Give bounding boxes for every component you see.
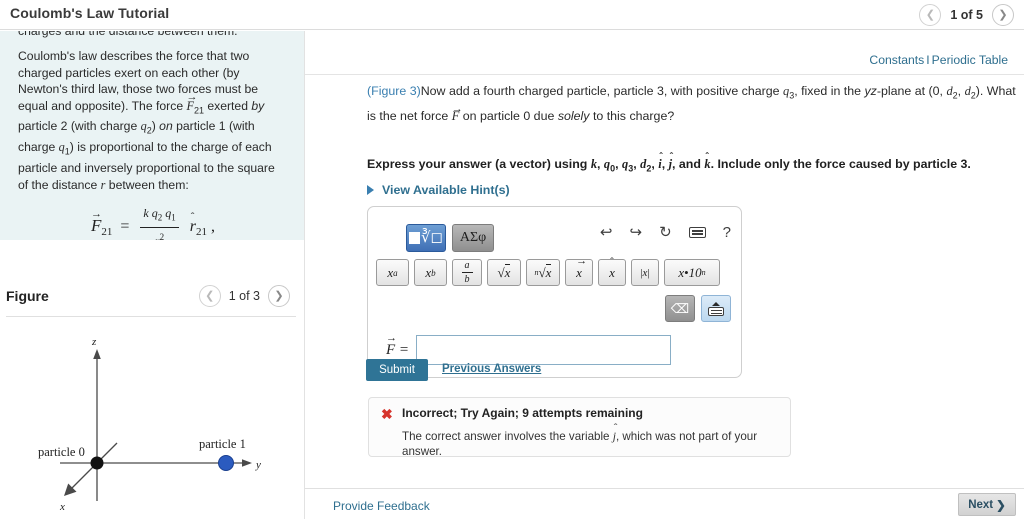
figure-reference-link[interactable]: (Figure 3) — [367, 84, 421, 98]
axis-label-y: y — [255, 459, 261, 471]
footer-bar: Provide Feedback Next ❯ — [305, 488, 1024, 519]
caret-up-icon — [712, 301, 720, 306]
figure-canvas: z y x particle 0 particle 1 — [0, 323, 304, 519]
intro-paragraph: Coulomb's law describes the force that t… — [18, 48, 288, 193]
next-page-button[interactable]: Next ❯ — [958, 493, 1016, 516]
periodic-table-link[interactable]: Periodic Table — [932, 53, 1008, 67]
math-action-row: ⌫ — [665, 295, 731, 322]
axis-label-x: x — [59, 501, 65, 513]
expand-triangle-icon — [367, 185, 374, 195]
intro-clipped-line: charges and the distance between them. — [18, 31, 238, 38]
reset-icon[interactable]: ↻ — [659, 225, 672, 240]
next-figure-button[interactable]: ❯ — [268, 285, 290, 307]
content-divider — [305, 74, 1024, 75]
math-template-icon — [408, 232, 420, 244]
chevron-right-icon: ❯ — [996, 499, 1006, 512]
figure-divider — [6, 316, 296, 317]
app-header: Coulomb's Law Tutorial ❮ 1 of 5 ❯ — [0, 0, 1024, 30]
reference-links: Constants I Periodic Table — [869, 53, 1008, 67]
undo-icon[interactable]: ↩ — [600, 225, 613, 240]
left-panel: charges and the distance between them. C… — [0, 31, 304, 519]
palette-absolute-button[interactable]: |x| — [631, 259, 659, 286]
figure-header: Figure ❮ 1 of 3 ❯ — [0, 283, 304, 315]
view-hints-label: View Available Hint(s) — [382, 183, 510, 197]
right-panel: Constants I Periodic Table (Figure 3)Now a… — [305, 31, 1024, 519]
figure-pager-label: 1 of 3 — [228, 289, 260, 303]
greek-symbols-button[interactable]: ΑΣφ — [452, 224, 494, 252]
palette-fraction-button[interactable]: ab — [452, 259, 482, 286]
answer-instruction: Express your answer (a vector) using k, … — [367, 155, 1017, 177]
keyboard-up-icon[interactable] — [701, 295, 731, 322]
intro-text-panel: charges and the distance between them. C… — [0, 31, 304, 240]
palette-vector-button[interactable]: x — [565, 255, 593, 286]
view-hints-toggle[interactable]: View Available Hint(s) — [367, 183, 510, 197]
particle-1-label: particle 1 — [199, 437, 246, 451]
problem-pager-label: 1 of 5 — [950, 8, 983, 22]
prev-figure-button[interactable]: ❮ — [198, 285, 221, 307]
redo-icon[interactable]: ↪ — [630, 225, 643, 240]
answer-input[interactable] — [416, 335, 671, 365]
palette-sqrt-button[interactable]: √ x — [487, 259, 521, 286]
particle-0-label: particle 0 — [38, 445, 85, 459]
palette-power-button[interactable]: xa — [376, 259, 409, 286]
particle-1-dot — [218, 455, 234, 471]
question-body: Now add a fourth charged particle, parti… — [367, 84, 1016, 123]
axis-label-z: z — [91, 336, 97, 348]
coulomb-equation: F21 = k q2 q1r2 r21 , — [18, 205, 288, 240]
palette-scientific-button[interactable]: x • 10 n — [664, 259, 720, 286]
page-title: Coulomb's Law Tutorial — [10, 5, 170, 21]
keyboard-icon[interactable] — [688, 227, 706, 238]
math-answer-widget: ∛◻ ΑΣφ ↩ ↪ ↻ ? xa xb ab √x n√x x x |x| x… — [367, 206, 742, 378]
backspace-icon[interactable]: ⌫ — [665, 295, 695, 322]
figure-title: Figure — [6, 288, 49, 304]
palette-nthroot-button[interactable]: n √ x — [526, 259, 560, 286]
help-icon[interactable]: ? — [723, 225, 731, 240]
feedback-box: ✖ Incorrect; Try Again; 9 attempts remai… — [368, 397, 791, 459]
answer-label: F = — [368, 342, 416, 359]
error-x-icon: ✖ — [381, 406, 393, 422]
math-template-mode-button[interactable]: ∛◻ — [406, 224, 446, 252]
provide-feedback-link[interactable]: Provide Feedback — [333, 499, 430, 513]
previous-answers-link[interactable]: Previous Answers — [442, 363, 541, 375]
feedback-body: The correct answer involves the variable… — [402, 429, 780, 459]
constants-link[interactable]: Constants — [869, 53, 924, 67]
link-separator: I — [926, 53, 930, 67]
keyboard-glyph-icon — [708, 306, 724, 316]
palette-hat-button[interactable]: x — [598, 256, 626, 286]
submit-button[interactable]: Submit — [366, 359, 428, 381]
figure-pager: ❮ 1 of 3 ❯ — [198, 285, 290, 307]
coordinate-diagram: z y x particle 0 particle 1 — [38, 336, 261, 513]
particle-0-dot — [90, 456, 104, 470]
next-page-label: Next — [968, 498, 994, 511]
feedback-title: Incorrect; Try Again; 9 attempts remaini… — [402, 406, 643, 420]
radical-icon: ∛◻ — [420, 229, 443, 246]
math-tools-row: ↩ ↪ ↻ ? — [600, 225, 731, 240]
next-problem-button[interactable]: ❯ — [992, 4, 1014, 26]
question-text: (Figure 3)Now add a fourth charged parti… — [367, 81, 1017, 127]
prev-problem-button[interactable]: ❮ — [919, 4, 942, 26]
palette-subscript-button[interactable]: xb — [414, 259, 447, 286]
problem-pager: ❮ 1 of 5 ❯ — [919, 2, 1014, 28]
math-palette-row: xa xb ab √x n√x x x |x| x•10n — [376, 255, 720, 286]
